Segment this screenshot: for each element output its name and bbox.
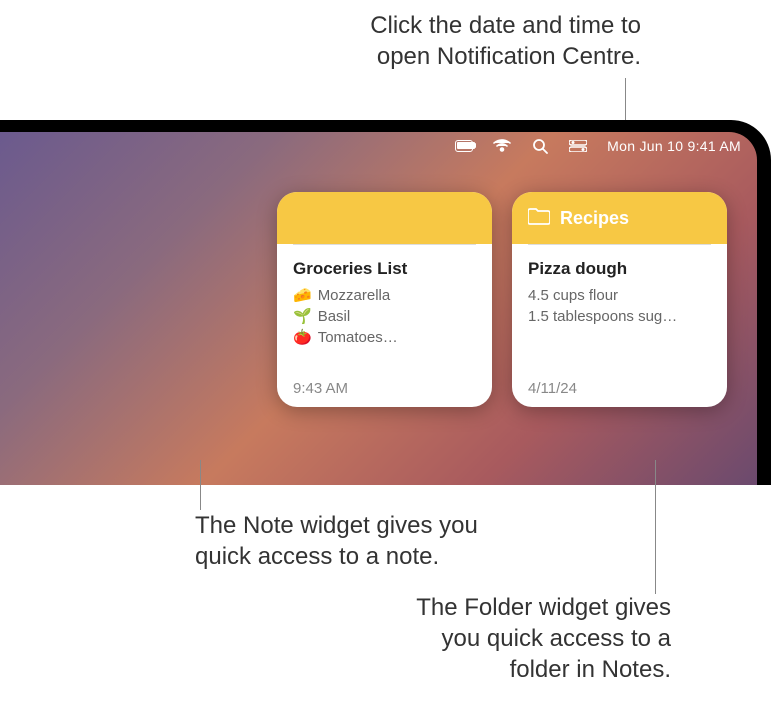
widget-body: Pizza dough 4.5 cups flour 1.5 tablespoo… (512, 245, 727, 407)
folder-note-title: Pizza dough (528, 259, 711, 279)
widget-header-plain (277, 192, 492, 244)
search-icon[interactable] (531, 139, 549, 153)
widget-header-folder: Recipes (512, 192, 727, 244)
menubar: Mon Jun 10 9:41 AM (0, 132, 757, 160)
content-line: 4.5 cups flour (528, 285, 711, 306)
control-centre-icon[interactable] (569, 139, 587, 153)
note-content: 🧀 Mozzarella 🌱 Basil 🍅 Tomatoes… (293, 285, 476, 348)
callout-note-widget: The Note widget gives you quick access t… (195, 510, 555, 572)
folder-widget[interactable]: Recipes Pizza dough 4.5 cups flour 1.5 t… (512, 192, 727, 407)
callout-text: Click the date and time to (370, 10, 641, 41)
menubar-datetime[interactable]: Mon Jun 10 9:41 AM (607, 138, 741, 154)
item-text: Tomatoes… (318, 327, 398, 348)
callout-text: quick access to a note. (195, 541, 555, 572)
note-title: Groceries List (293, 259, 476, 279)
widget-body: Groceries List 🧀 Mozzarella 🌱 Basil 🍅 (277, 245, 492, 407)
widgets-container: Groceries List 🧀 Mozzarella 🌱 Basil 🍅 (277, 192, 727, 407)
battery-icon[interactable] (455, 139, 473, 153)
list-item: 🍅 Tomatoes… (293, 327, 476, 348)
callout-text: The Folder widget gives (331, 592, 671, 623)
cheese-emoji-icon: 🧀 (293, 285, 312, 306)
folder-note-content: 4.5 cups flour 1.5 tablespoons sug… (528, 285, 711, 327)
item-text: Mozzarella (318, 285, 391, 306)
desktop-screen: Mon Jun 10 9:41 AM Groceries List 🧀 Mozz… (0, 132, 757, 485)
herb-emoji-icon: 🌱 (293, 306, 312, 327)
callout-folder-widget: The Folder widget gives you quick access… (331, 592, 671, 686)
wifi-icon[interactable] (493, 139, 511, 153)
list-item: 🌱 Basil (293, 306, 476, 327)
list-item: 🧀 Mozzarella (293, 285, 476, 306)
callout-pointer-line (655, 460, 656, 594)
content-line: 1.5 tablespoons sug… (528, 306, 711, 327)
folder-header-title: Recipes (560, 208, 629, 229)
callout-text: open Notification Centre. (370, 41, 641, 72)
tomato-emoji-icon: 🍅 (293, 327, 312, 348)
callout-text: you quick access to a (331, 623, 671, 654)
callout-pointer-line (200, 460, 201, 510)
note-timestamp: 9:43 AM (293, 380, 476, 397)
folder-note-date: 4/11/24 (528, 380, 711, 397)
callout-text: The Note widget gives you (195, 510, 555, 541)
callout-text: folder in Notes. (331, 654, 671, 685)
callout-notification-centre: Click the date and time to open Notifica… (370, 10, 641, 72)
item-text: Basil (318, 306, 351, 327)
note-widget[interactable]: Groceries List 🧀 Mozzarella 🌱 Basil 🍅 (277, 192, 492, 407)
folder-icon (528, 207, 550, 230)
device-bezel: Mon Jun 10 9:41 AM Groceries List 🧀 Mozz… (0, 120, 771, 485)
